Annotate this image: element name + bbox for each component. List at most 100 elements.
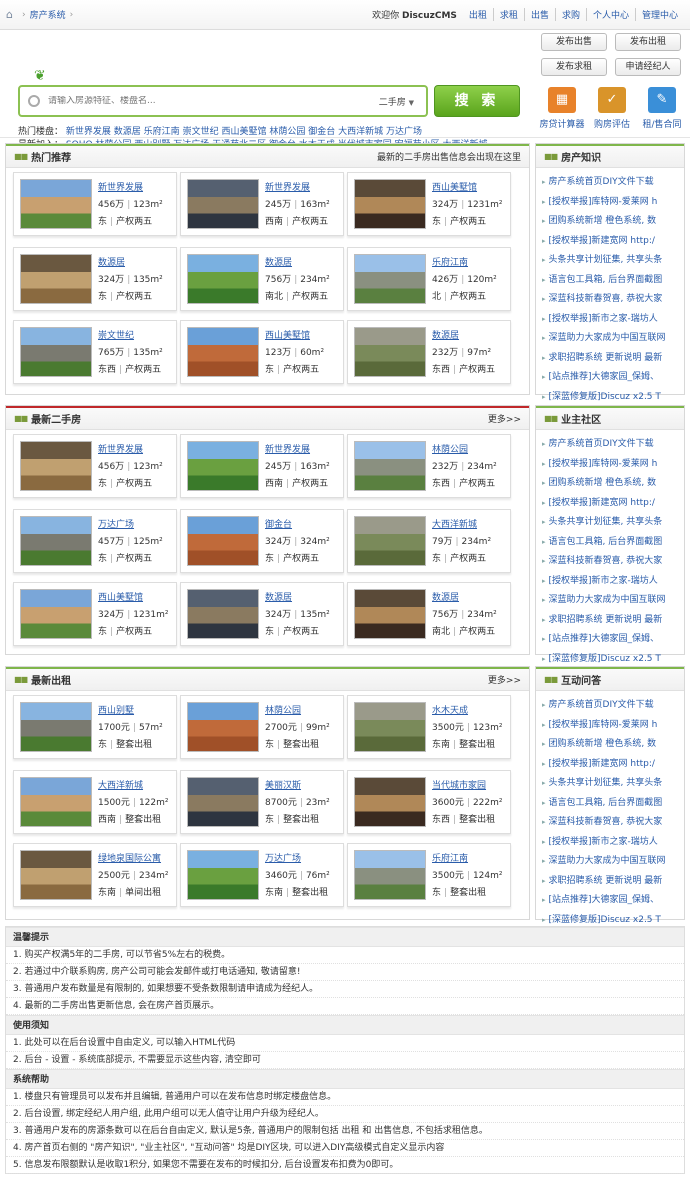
nav-user-center[interactable]: 个人中心 bbox=[585, 8, 635, 21]
listing-photo[interactable] bbox=[187, 254, 259, 304]
listing-card[interactable]: 数源居 232万 | 97m² 东西 | 产权两五 bbox=[347, 320, 511, 384]
listing-name[interactable]: 数源居 bbox=[98, 255, 125, 268]
nav-rent-out[interactable]: 出租 bbox=[463, 8, 493, 21]
sidebar-link[interactable]: ▸ [授权举报]新市之家-瑞坊人 bbox=[542, 572, 678, 592]
listing-name[interactable]: 新世界发展 bbox=[265, 180, 310, 193]
listing-name[interactable]: 乐府江南 bbox=[432, 851, 468, 864]
listing-name[interactable]: 新世界发展 bbox=[98, 180, 143, 193]
sidebar-link[interactable]: ▸ 语言包工具箱, 后台界面截图 bbox=[542, 794, 678, 814]
sidebar-link[interactable]: ▸ [授权举报]库特网-爱莱网 h bbox=[542, 455, 678, 475]
listing-card[interactable]: 数源居 756万 | 234m² 南北 | 产权两五 bbox=[180, 247, 344, 311]
sidebar-link[interactable]: ▸ [授权举报]库特网-爱莱网 h bbox=[542, 193, 678, 213]
sidebar-link[interactable]: ▸ 语言包工具箱, 后台界面截图 bbox=[542, 533, 678, 553]
listing-name[interactable]: 水木天成 bbox=[432, 703, 468, 716]
sidebar-link[interactable]: ▸ 头条共享计划征集, 共享头条 bbox=[542, 774, 678, 794]
listing-card[interactable]: 西山美墅馆 324万 | 1231m² 东 | 产权两五 bbox=[13, 582, 177, 646]
sidebar-link[interactable]: ▸ 深蓝助力大家成为中国互联网 bbox=[542, 852, 678, 872]
listing-card[interactable]: 大西洋新城 79万 | 234m² 东 | 产权两五 bbox=[347, 509, 511, 573]
breadcrumb-house-system[interactable]: 房产系统 bbox=[30, 8, 66, 21]
more-link[interactable]: 更多>> bbox=[488, 412, 521, 425]
listing-card[interactable]: 乐府江南 3500元 | 124m² 东 | 整套出租 bbox=[347, 843, 511, 907]
listing-card[interactable]: 当代城市家园 3600元 | 222m² 东西 | 整套出租 bbox=[347, 770, 511, 834]
listing-card[interactable]: 美丽汉斯 8700元 | 23m² 东 | 整套出租 bbox=[180, 770, 344, 834]
sidebar-link[interactable]: ▸ 语言包工具箱, 后台界面截图 bbox=[542, 271, 678, 291]
sidebar-link[interactable]: ▸ [授权举报]新建宽网 http:/ bbox=[542, 755, 678, 775]
search-input[interactable] bbox=[48, 96, 379, 106]
listing-card[interactable]: 西山别墅 1700元 | 57m² 东 | 整套出租 bbox=[13, 695, 177, 759]
nav-admin-center[interactable]: 管理中心 bbox=[634, 8, 684, 21]
listing-name[interactable]: 西山别墅 bbox=[98, 703, 134, 716]
listing-photo[interactable] bbox=[20, 327, 92, 377]
apply-agent-button[interactable]: 申请经纪人 bbox=[615, 58, 681, 76]
sidebar-link[interactable]: ▸ 房产系统首页DIY文件下载 bbox=[542, 173, 678, 193]
tool-house-evaluation[interactable]: ✓ 购房评估 bbox=[587, 87, 637, 130]
sidebar-link[interactable]: ▸ 头条共享计划征集, 共享头条 bbox=[542, 513, 678, 533]
hot-link[interactable]: 林荫公园 bbox=[269, 127, 305, 137]
listing-card[interactable]: 西山美墅馆 123万 | 60m² 东 | 产权两五 bbox=[180, 320, 344, 384]
listing-photo[interactable] bbox=[20, 254, 92, 304]
nav-sell[interactable]: 出售 bbox=[523, 8, 555, 21]
listing-photo[interactable] bbox=[187, 516, 259, 566]
listing-card[interactable]: 新世界发展 456万 | 123m² 东 | 产权两五 bbox=[13, 434, 177, 498]
listing-card[interactable]: 大西洋新城 1500元 | 122m² 西南 | 整套出租 bbox=[13, 770, 177, 834]
listing-card[interactable]: 新世界发展 456万 | 123m² 东 | 产权两五 bbox=[13, 172, 177, 236]
listing-photo[interactable] bbox=[354, 179, 426, 229]
search-button[interactable]: 搜 索 bbox=[434, 85, 520, 117]
listing-card[interactable]: 数源居 756万 | 234m² 南北 | 产权两五 bbox=[347, 582, 511, 646]
listing-name[interactable]: 数源居 bbox=[432, 590, 459, 603]
listing-photo[interactable] bbox=[187, 850, 259, 900]
listing-name[interactable]: 万达广场 bbox=[98, 517, 134, 530]
listing-photo[interactable] bbox=[187, 589, 259, 639]
nav-want-buy[interactable]: 求购 bbox=[554, 8, 586, 21]
sidebar-link[interactable]: ▸ 团购系统新增 橙色系统, 数 bbox=[542, 212, 678, 232]
listing-name[interactable]: 御金台 bbox=[265, 517, 292, 530]
listing-card[interactable]: 西山美墅馆 324万 | 1231m² 东 | 产权两五 bbox=[347, 172, 511, 236]
publish-rent-button[interactable]: 发布出租 bbox=[615, 33, 681, 51]
listing-photo[interactable] bbox=[354, 254, 426, 304]
listing-name[interactable]: 绿地泉国际公寓 bbox=[98, 851, 161, 864]
listing-card[interactable]: 万达广场 457万 | 125m² 东 | 产权两五 bbox=[13, 509, 177, 573]
hot-link[interactable]: 崇文世纪 bbox=[183, 127, 219, 137]
sidebar-link[interactable]: ▸ 房产系统首页DIY文件下载 bbox=[542, 435, 678, 455]
listing-photo[interactable] bbox=[187, 179, 259, 229]
listing-name[interactable]: 林荫公园 bbox=[265, 703, 301, 716]
listing-card[interactable]: 数源居 324万 | 135m² 东 | 产权两五 bbox=[13, 247, 177, 311]
sidebar-link[interactable]: ▸ 深蓝助力大家成为中国互联网 bbox=[542, 329, 678, 349]
listing-name[interactable]: 大西洋新城 bbox=[432, 517, 477, 530]
sidebar-link[interactable]: ▸ 深蓝助力大家成为中国互联网 bbox=[542, 591, 678, 611]
hot-link[interactable]: 御金台 bbox=[308, 127, 335, 137]
listing-name[interactable]: 数源居 bbox=[265, 590, 292, 603]
listing-photo[interactable] bbox=[20, 179, 92, 229]
listing-name[interactable]: 新世界发展 bbox=[98, 442, 143, 455]
listing-photo[interactable] bbox=[187, 777, 259, 827]
listing-name[interactable]: 大西洋新城 bbox=[98, 778, 143, 791]
sidebar-link[interactable]: ▸ 团购系统新增 橙色系统, 数 bbox=[542, 474, 678, 494]
listing-name[interactable]: 数源居 bbox=[265, 255, 292, 268]
sidebar-link[interactable]: ▸ 深蓝科技新春贺喜, 恭祝大家 bbox=[542, 290, 678, 310]
sidebar-link[interactable]: ▸ 头条共享计划征集, 共享头条 bbox=[542, 251, 678, 271]
publish-want-rent-button[interactable]: 发布求租 bbox=[541, 58, 607, 76]
sidebar-link[interactable]: ▸ [授权举报]库特网-爱莱网 h bbox=[542, 716, 678, 736]
listing-photo[interactable] bbox=[354, 516, 426, 566]
listing-photo[interactable] bbox=[20, 777, 92, 827]
more-link[interactable]: 更多>> bbox=[488, 673, 521, 686]
hot-link[interactable]: 数源居 bbox=[114, 127, 141, 137]
hot-link[interactable]: 新世界发展 bbox=[66, 127, 111, 137]
nav-want-rent[interactable]: 求租 bbox=[492, 8, 524, 21]
listing-photo[interactable] bbox=[187, 702, 259, 752]
listing-photo[interactable] bbox=[354, 702, 426, 752]
listing-photo[interactable] bbox=[354, 327, 426, 377]
listing-photo[interactable] bbox=[354, 850, 426, 900]
sidebar-link[interactable]: ▸ [授权举报]新建宽网 http:/ bbox=[542, 494, 678, 514]
username[interactable]: DiscuzCMS bbox=[402, 11, 457, 21]
sidebar-link[interactable]: ▸ 深蓝科技新春贺喜, 恭祝大家 bbox=[542, 552, 678, 572]
listing-name[interactable]: 西山美墅馆 bbox=[265, 328, 310, 341]
hot-link[interactable]: 万达广场 bbox=[386, 127, 422, 137]
listing-name[interactable]: 林荫公园 bbox=[432, 442, 468, 455]
sidebar-link[interactable]: ▸ [站点推荐]大德家园_保姆、 bbox=[542, 368, 678, 388]
sidebar-link[interactable]: ▸ 深蓝科技新春贺喜, 恭祝大家 bbox=[542, 813, 678, 833]
listing-photo[interactable] bbox=[354, 441, 426, 491]
listing-card[interactable]: 乐府江南 426万 | 120m² 北 | 产权两五 bbox=[347, 247, 511, 311]
listing-photo[interactable] bbox=[20, 516, 92, 566]
category-select[interactable]: 二手房 ▼ bbox=[379, 95, 414, 108]
